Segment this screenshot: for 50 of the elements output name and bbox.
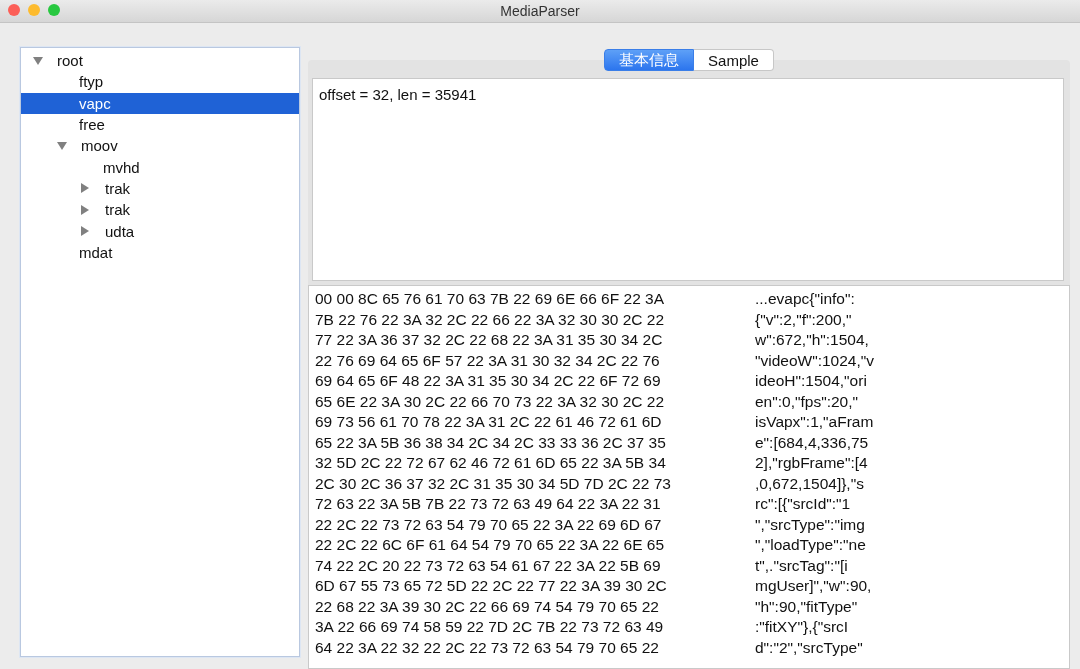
hex-bytes: 22 2C 22 6C 6F 61 64 54 79 70 65 22 3A 22 6E 65 bbox=[315, 536, 666, 555]
hex-bytes: 00 00 8C 65 76 61 70 63 7B 22 69 6E 66 6F 22 3A bbox=[315, 290, 666, 309]
ascii-text: :"fitXY"},{"srcI bbox=[755, 618, 849, 637]
hex-bytes: 74 22 2C 20 22 73 72 63 54 61 67 22 3A 22 5B 69 bbox=[315, 556, 662, 575]
ascii-text: e":[684,4,336,75 bbox=[755, 433, 869, 452]
ascii-text: en":0,"fps":20," bbox=[755, 392, 858, 411]
hex-bytes: 7B 22 76 22 3A 32 2C 22 66 22 3A 32 30 30 2C 22 bbox=[315, 310, 666, 329]
hex-bytes: 2C 30 2C 36 37 32 2C 31 35 30 34 5D 7D 2C 22 73 bbox=[315, 474, 672, 493]
hex-bytes: 32 5D 2C 22 72 67 62 46 72 61 6D 65 22 3A 5B 34 bbox=[315, 454, 667, 473]
hex-bytes: 65 6E 22 3A 30 2C 22 66 70 73 22 3A 32 30 2C 22 bbox=[315, 392, 666, 411]
hex-bytes: 22 2C 22 73 72 63 54 79 70 65 22 3A 22 69 6D 67 bbox=[315, 515, 663, 534]
hex-bytes: 69 64 65 6F 48 22 3A 31 35 30 34 2C 22 6F 72 69 bbox=[315, 372, 662, 391]
hex-bytes: 6D 67 55 73 65 72 5D 22 2C 22 77 22 3A 39 30 2C bbox=[315, 577, 668, 596]
ascii-text: ","srcType":"img bbox=[755, 515, 865, 534]
window-title: MediaParser bbox=[500, 3, 580, 19]
ascii-text: w":672,"h":1504, bbox=[755, 331, 869, 350]
ascii-text: isVapx":1,"aFram bbox=[755, 413, 874, 432]
hex-bytes: 77 22 3A 36 37 32 2C 22 68 22 3A 31 35 30 34 2C bbox=[315, 331, 664, 350]
tree-item[interactable]: ftyp bbox=[21, 71, 299, 93]
tree-item[interactable]: trak bbox=[21, 199, 299, 221]
tree-item[interactable]: root bbox=[21, 50, 299, 72]
ascii-text: "videoW":1024,"v bbox=[755, 351, 875, 370]
ascii-text: t",."srcTag":"[i bbox=[755, 556, 848, 575]
ascii-text: d":"2","srcType" bbox=[755, 638, 863, 657]
tab[interactable]: Sample bbox=[694, 49, 774, 71]
ascii-text: 2],"rgbFrame":[4 bbox=[755, 454, 868, 473]
hex-bytes: 3A 22 66 69 74 58 59 22 7D 2C 7B 22 73 72 63 49 bbox=[315, 618, 665, 637]
info-text: offset = 32, len = 35941 bbox=[319, 86, 477, 103]
tab[interactable]: 基本信息 bbox=[604, 49, 695, 71]
tree-item[interactable]: udta bbox=[21, 220, 299, 242]
tree-item[interactable]: moov bbox=[21, 135, 299, 157]
tree-item[interactable]: vapc bbox=[21, 92, 299, 114]
tree-item[interactable]: mvhd bbox=[21, 156, 299, 178]
ascii-text: ...evapc{"info": bbox=[755, 290, 855, 309]
hex-bytes: 22 68 22 3A 39 30 2C 22 66 69 74 54 79 70 65 22 bbox=[315, 597, 660, 616]
ascii-text: ","loadType":"ne bbox=[755, 536, 866, 555]
hex-bytes: 72 63 22 3A 5B 7B 22 73 72 63 49 64 22 3A 22 31 bbox=[315, 495, 662, 514]
tree-item[interactable]: free bbox=[21, 113, 299, 136]
ascii-text: mgUser]","w":90, bbox=[755, 577, 872, 596]
ascii-text: ,0,672,1504]},"s bbox=[755, 474, 864, 493]
tree-item[interactable]: mdat bbox=[21, 241, 299, 263]
ascii-text: "h":90,"fitType" bbox=[755, 597, 858, 616]
hex-bytes: 64 22 3A 22 32 22 2C 22 73 72 63 54 79 70 65 22 bbox=[315, 638, 660, 657]
ascii-text: {"v":2,"f":200," bbox=[755, 310, 852, 329]
ascii-text: rc":[{"srcId":"1 bbox=[755, 495, 851, 514]
tree-item[interactable]: trak bbox=[21, 177, 299, 200]
hex-bytes: 69 73 56 61 70 78 22 3A 31 2C 22 61 46 72 61 6D bbox=[315, 413, 663, 432]
hex-bytes: 65 22 3A 5B 36 38 34 2C 34 2C 33 33 36 2C 37 35 bbox=[315, 433, 667, 452]
hex-bytes: 22 76 69 64 65 6F 57 22 3A 31 30 32 34 2C 22 76 bbox=[315, 351, 661, 370]
ascii-text: ideoH":1504,"ori bbox=[755, 372, 867, 391]
